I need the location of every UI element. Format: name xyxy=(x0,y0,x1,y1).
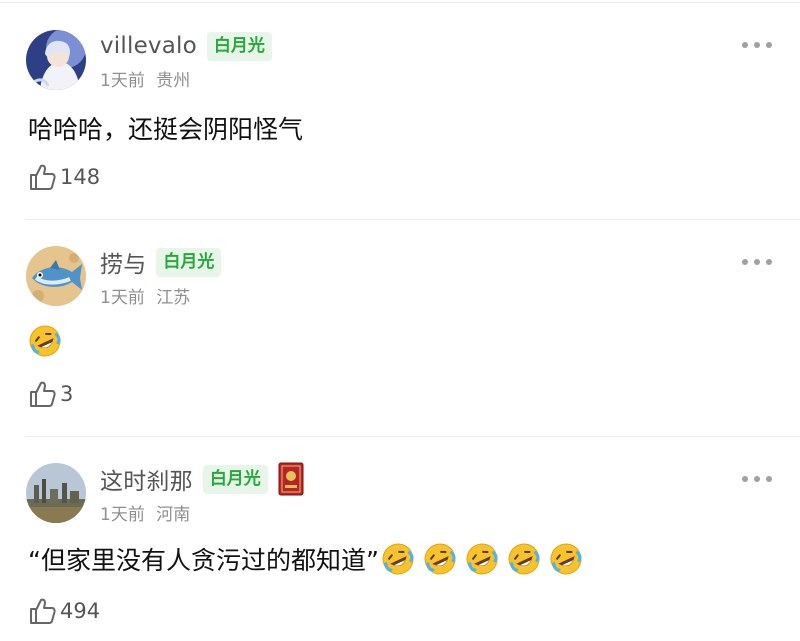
like-icon xyxy=(30,381,56,407)
rofl-emoji xyxy=(424,543,456,575)
comment-meta: 1天前 江苏 xyxy=(100,283,190,308)
rofl-emoji xyxy=(382,543,414,575)
comment-time: 1天前 xyxy=(100,71,145,91)
comment-time: 1天前 xyxy=(100,505,145,525)
avatar[interactable] xyxy=(26,30,86,90)
comment-time: 1天前 xyxy=(100,288,145,308)
name-row: 捞与 白月光 xyxy=(100,244,222,280)
rofl-emoji xyxy=(29,325,61,357)
username[interactable]: villevalo xyxy=(100,33,197,59)
avatar[interactable] xyxy=(26,463,86,523)
like-count: 3 xyxy=(60,382,74,406)
more-icon[interactable] xyxy=(742,257,772,267)
rofl-emoji xyxy=(508,543,540,575)
like-count: 494 xyxy=(60,599,101,623)
red-medal-icon xyxy=(278,462,304,496)
avatar[interactable] xyxy=(26,246,86,306)
comment-location: 江苏 xyxy=(156,288,191,308)
member-badge: 白月光 xyxy=(206,31,272,61)
username[interactable]: 捞与 xyxy=(100,245,146,279)
comment-location: 河南 xyxy=(156,505,191,525)
member-badge: 白月光 xyxy=(202,464,268,494)
comment-location: 贵州 xyxy=(156,71,191,91)
username[interactable]: 这时刹那 xyxy=(100,462,193,496)
rofl-emoji xyxy=(550,543,582,575)
comment-text: 哈哈哈，还挺会阴阳怪气 xyxy=(28,110,303,146)
emoji-row xyxy=(381,542,583,576)
more-icon[interactable] xyxy=(742,474,772,484)
comment-text xyxy=(28,324,62,358)
like-button[interactable]: 148 xyxy=(28,162,100,192)
comment-meta: 1天前 河南 xyxy=(100,500,190,525)
name-row: villevalo 白月光 xyxy=(100,28,272,64)
like-button[interactable]: 3 xyxy=(28,379,73,409)
name-row: 这时刹那 白月光 xyxy=(100,461,304,497)
comment-text: “但家里没有人贪污过的都知道” xyxy=(28,541,583,577)
like-count: 148 xyxy=(60,165,101,189)
comment-item: villevalo 白月光 1天前 贵州 哈哈哈，还挺会阴阳怪气 148 xyxy=(0,0,800,220)
comment-text-content: 哈哈哈，还挺会阴阳怪气 xyxy=(28,115,304,144)
comment-meta: 1天前 贵州 xyxy=(100,66,190,91)
comment-item: 这时刹那 白月光 1天前 河南 “但家里没有人贪污过的都知道” 494 xyxy=(0,437,800,641)
like-button[interactable]: 494 xyxy=(28,596,100,626)
rofl-emoji xyxy=(466,543,498,575)
member-badge: 白月光 xyxy=(156,247,222,277)
more-icon[interactable] xyxy=(742,40,772,50)
like-icon xyxy=(30,164,56,190)
like-icon xyxy=(30,598,56,624)
comment-item: 捞与 白月光 1天前 江苏 3 xyxy=(0,220,800,437)
comment-text-content: “但家里没有人贪污过的都知道” xyxy=(28,546,379,575)
